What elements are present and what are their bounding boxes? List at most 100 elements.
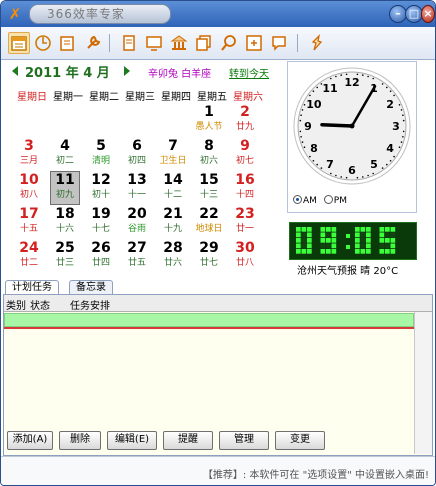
calendar-day[interactable]: 19 十七 xyxy=(83,206,119,238)
lcd-pixel xyxy=(296,243,301,249)
calendar-day[interactable]: 17 十五 xyxy=(11,206,47,238)
day-number: 21 xyxy=(163,206,183,222)
lunar-date: 廿七 xyxy=(199,258,218,268)
chat-icon[interactable] xyxy=(269,33,289,53)
pm-radio[interactable] xyxy=(323,195,333,204)
document-icon[interactable] xyxy=(119,33,139,53)
lcd-pixel xyxy=(307,243,312,249)
remind-button[interactable]: 提醒 xyxy=(163,431,213,450)
lcd-pixel xyxy=(385,243,390,249)
calendar-day[interactable]: 20 谷雨 xyxy=(119,206,155,238)
weekday-label: 星期三 xyxy=(125,92,155,103)
calendar-day[interactable]: 24 廿二 xyxy=(11,240,47,272)
calendar-day[interactable]: 14 十二 xyxy=(155,172,191,204)
clock-tick xyxy=(402,114,404,116)
calendar-day[interactable]: 13 十一 xyxy=(119,172,155,204)
manage-button[interactable]: 管理 xyxy=(219,431,269,450)
calendar-day[interactable]: 4 初二 xyxy=(47,138,83,170)
calendar-day[interactable]: 27 廿五 xyxy=(119,240,155,272)
calendar-day[interactable]: 9 初七 xyxy=(227,138,263,170)
lcd-pixel xyxy=(366,227,371,232)
calendar-day[interactable]: 26 廿四 xyxy=(83,240,119,272)
close-button[interactable]: × xyxy=(421,5,435,23)
column-task[interactable]: 任务安排 xyxy=(70,297,110,312)
calendar-day[interactable]: 23 廿一 xyxy=(227,206,263,238)
column-type[interactable]: 类别 xyxy=(6,297,26,312)
calendar-day[interactable]: 7 卫生日 xyxy=(155,138,191,170)
calendar-panel: 2011 年 4 月 辛卯兔 白羊座 转到今天 星期日 星期一 星期二 星期三 星期四星… xyxy=(3,60,285,278)
clock-tick xyxy=(402,119,405,122)
table-row[interactable] xyxy=(4,313,414,327)
am-radio[interactable] xyxy=(293,195,302,204)
change-button[interactable]: 变更 xyxy=(275,431,325,450)
clock-tick xyxy=(299,130,302,133)
calendar-day[interactable]: 1 愚人节 xyxy=(191,104,227,136)
clock-number: 9 xyxy=(304,120,312,133)
calendar-day[interactable]: 25 廿三 xyxy=(47,240,83,272)
day-number: 10 xyxy=(19,172,39,188)
calendar-day[interactable]: 22 地球日 xyxy=(191,206,227,238)
calendar-day[interactable]: 28 廿六 xyxy=(155,240,191,272)
lcd-pixel xyxy=(360,238,366,243)
search-icon[interactable] xyxy=(219,33,239,53)
calendar-day[interactable]: 12 初十 xyxy=(83,172,119,204)
calendar-day[interactable]: 5 清明 xyxy=(83,138,119,170)
calendar-day[interactable]: 21 十九 xyxy=(155,206,191,238)
clock-tick xyxy=(367,75,369,78)
calendar-day[interactable]: 11 初九 xyxy=(50,171,80,205)
calendar-day[interactable]: 6 初四 xyxy=(119,138,155,170)
main-window: ✗ 366效率专家 – □ × 2011 年 4 月 辛卯兔 白羊座 转到今天 … xyxy=(0,0,436,486)
clock-number: 11 xyxy=(322,82,337,95)
day-number: 2 xyxy=(240,104,250,120)
calendar-day[interactable]: 2 廿九 xyxy=(227,104,263,136)
day-number: 6 xyxy=(132,138,142,154)
clock-tick xyxy=(356,73,359,76)
clock-tick xyxy=(299,119,302,122)
clock-tick xyxy=(398,104,401,106)
copy-icon[interactable] xyxy=(194,33,214,53)
lcd-pixel xyxy=(360,243,366,249)
ampm-selector: AM PM xyxy=(293,195,347,206)
clock-number: 4 xyxy=(386,142,394,155)
clock-tick xyxy=(316,163,318,166)
weather-forecast[interactable]: 沧州天气预报 晴 20°C xyxy=(297,262,398,277)
next-month-arrow-icon[interactable] xyxy=(124,66,130,76)
tab-memo[interactable]: 备忘录 xyxy=(69,280,113,295)
lcd-pixel xyxy=(360,249,366,254)
title-bar[interactable]: ✗ 366效率专家 – □ × xyxy=(1,1,435,27)
clock-tick xyxy=(345,176,348,179)
calendar-day[interactable]: 3 三月 xyxy=(11,138,47,170)
calendar-day[interactable]: 8 初六 xyxy=(191,138,227,170)
calendar-day[interactable]: 15 十三 xyxy=(191,172,227,204)
calendar-nav: 2011 年 4 月 辛卯兔 白羊座 转到今天 xyxy=(3,60,285,82)
lcd-pixel xyxy=(326,227,331,232)
tab-plan[interactable]: 计划任务 xyxy=(5,280,59,295)
column-status[interactable]: 状态 xyxy=(30,297,50,312)
calendar-icon[interactable] xyxy=(8,32,30,54)
add-button[interactable]: 添加(A) xyxy=(7,431,53,450)
calendar-day[interactable]: 18 十六 xyxy=(47,206,83,238)
calendar-day[interactable]: 29 廿七 xyxy=(191,240,227,272)
fit-window-icon[interactable] xyxy=(244,33,264,53)
skin-icon[interactable] xyxy=(307,33,327,53)
monitor-icon[interactable] xyxy=(144,33,164,53)
wrench-icon[interactable] xyxy=(83,33,103,53)
prev-month-arrow-icon[interactable] xyxy=(12,66,18,76)
lcd-pixel xyxy=(390,249,396,254)
clock-tick xyxy=(330,172,332,175)
vertical-scrollbar[interactable] xyxy=(414,312,432,454)
year-month-label[interactable]: 2011 年 4 月 xyxy=(25,62,110,81)
calendar-day[interactable]: 10 初八 xyxy=(11,172,47,204)
day-number: 30 xyxy=(235,240,255,256)
note-icon[interactable] xyxy=(57,33,77,53)
calendar-day[interactable]: 16 十四 xyxy=(227,172,263,204)
lcd-pixel xyxy=(326,238,331,243)
globe-clock-icon[interactable] xyxy=(33,33,53,53)
bank-icon[interactable] xyxy=(169,33,189,53)
lunar-date: 地球日 xyxy=(195,224,223,234)
goto-today-link[interactable]: 转到今天 xyxy=(229,65,269,80)
delete-button[interactable]: 删除 xyxy=(59,431,101,450)
edit-button[interactable]: 编辑(E) xyxy=(107,431,157,450)
calendar-day[interactable]: 30 廿八 xyxy=(227,240,263,272)
digital-clock-display xyxy=(296,227,396,254)
